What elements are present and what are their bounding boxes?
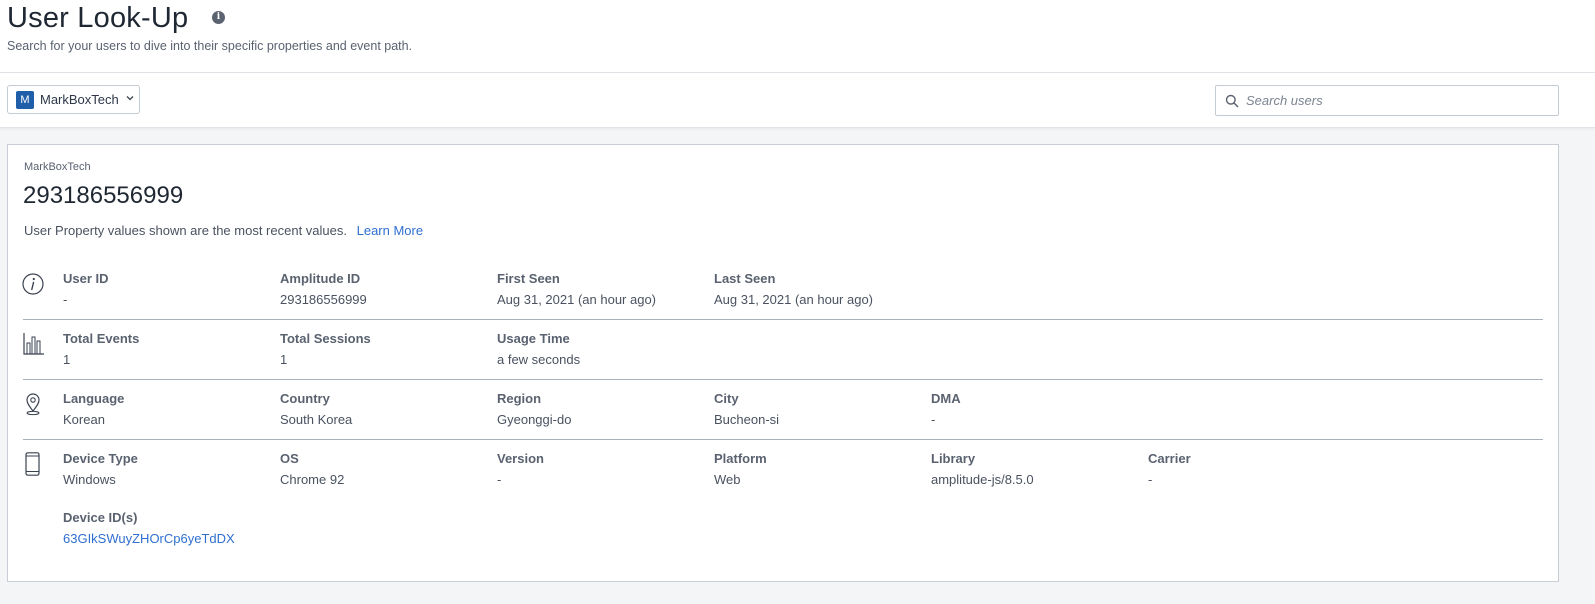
map-pin-icon <box>26 393 40 416</box>
field-label: Device Type <box>63 451 138 466</box>
field-value: Aug 31, 2021 (an hour ago) <box>497 292 657 307</box>
property-note: User Property values shown are the most … <box>24 223 423 238</box>
field-last-seen: Last Seen Aug 31, 2021 (an hour ago) <box>714 271 873 307</box>
property-note-text: User Property values shown are the most … <box>24 223 347 238</box>
section-divider <box>23 439 1543 440</box>
field-value: 1 <box>63 352 71 367</box>
field-country: Country South Korea <box>280 391 352 427</box>
page-subtitle: Search for your users to dive into their… <box>7 39 413 53</box>
field-label: Carrier <box>1148 451 1191 466</box>
page-header: User Look-Up i Search for your users to … <box>0 0 1595 73</box>
field-value: a few seconds <box>497 352 581 367</box>
field-device-ids: Device ID(s) 63GIkSWuyZHOrCp6yeTdDX <box>63 510 235 546</box>
field-os: OS Chrome 92 <box>280 451 344 487</box>
field-value: Korean <box>63 412 105 427</box>
field-label: Last Seen <box>714 271 776 286</box>
field-label: Region <box>497 391 542 406</box>
mobile-device-icon <box>25 452 40 476</box>
field-device-type: Device Type Windows <box>63 451 138 487</box>
field-label: Language <box>63 391 125 406</box>
field-value: Aug 31, 2021 (an hour ago) <box>714 292 874 307</box>
field-platform: Platform Web <box>714 451 767 487</box>
field-value: Bucheon-si <box>714 412 780 427</box>
page-title: User Look-Up <box>7 2 189 34</box>
info-icon[interactable]: i <box>212 11 225 24</box>
user-identifier: 293186556999 <box>23 182 184 209</box>
field-usage-time: Usage Time a few seconds <box>497 331 580 367</box>
field-label: Total Events <box>63 331 140 346</box>
field-user-id: User ID - <box>63 271 109 307</box>
section-divider <box>23 379 1543 380</box>
field-library: Library amplitude-js/8.5.0 <box>931 451 1034 487</box>
field-version: Version - <box>497 451 544 487</box>
field-label: Device ID(s) <box>63 510 138 525</box>
field-label: User ID <box>63 271 109 286</box>
field-value: - <box>931 412 936 427</box>
search-box[interactable] <box>1215 85 1559 116</box>
project-selector-button[interactable]: M MarkBoxTech <box>7 85 140 114</box>
section-divider <box>23 319 1543 320</box>
chevron-down-icon <box>126 96 134 101</box>
field-value: 293186556999 <box>280 292 367 307</box>
field-value: Gyeonggi-do <box>497 412 572 427</box>
field-amplitude-id: Amplitude ID 293186556999 <box>280 271 367 307</box>
field-value: Web <box>714 472 741 487</box>
field-label: Amplitude ID <box>280 271 361 286</box>
field-label: Platform <box>714 451 767 466</box>
field-value: Windows <box>63 472 116 487</box>
field-value: - <box>63 292 68 307</box>
project-avatar: M <box>16 91 34 109</box>
field-value: - <box>1148 472 1153 487</box>
field-label: Usage Time <box>497 331 570 346</box>
search-icon <box>1225 94 1239 108</box>
field-carrier: Carrier - <box>1148 451 1191 487</box>
user-card: MarkBoxTech 293186556999 User Property v… <box>7 144 1559 582</box>
field-label: DMA <box>931 391 961 406</box>
field-value: 1 <box>280 352 288 367</box>
field-value: Chrome 92 <box>280 472 345 487</box>
field-value: - <box>497 472 502 487</box>
field-label: First Seen <box>497 271 560 286</box>
field-total-events: Total Events 1 <box>63 331 139 367</box>
field-first-seen: First Seen Aug 31, 2021 (an hour ago) <box>497 271 656 307</box>
bar-chart-icon <box>23 333 44 355</box>
field-label: Library <box>931 451 976 466</box>
card-project-name: MarkBoxTech <box>24 161 91 173</box>
project-name: MarkBoxTech <box>40 92 119 107</box>
learn-more-link[interactable]: Learn More <box>357 223 423 238</box>
field-label: Version <box>497 451 544 466</box>
field-total-sessions: Total Sessions 1 <box>280 331 371 367</box>
field-label: Country <box>280 391 330 406</box>
search-input[interactable] <box>1246 90 1546 111</box>
device-id-link[interactable]: 63GIkSWuyZHOrCp6yeTdDX <box>63 531 235 546</box>
field-city: City Bucheon-si <box>714 391 779 427</box>
toolbar: M MarkBoxTech <box>0 73 1595 128</box>
field-value: South Korea <box>280 412 353 427</box>
field-region: Region Gyeonggi-do <box>497 391 571 427</box>
field-dma: DMA - <box>931 391 961 427</box>
field-label: OS <box>280 451 299 466</box>
field-value: amplitude-js/8.5.0 <box>931 472 1034 487</box>
field-language: Language Korean <box>63 391 124 427</box>
field-label: Total Sessions <box>280 331 371 346</box>
field-label: City <box>714 391 739 406</box>
info-circle-icon <box>22 273 44 295</box>
